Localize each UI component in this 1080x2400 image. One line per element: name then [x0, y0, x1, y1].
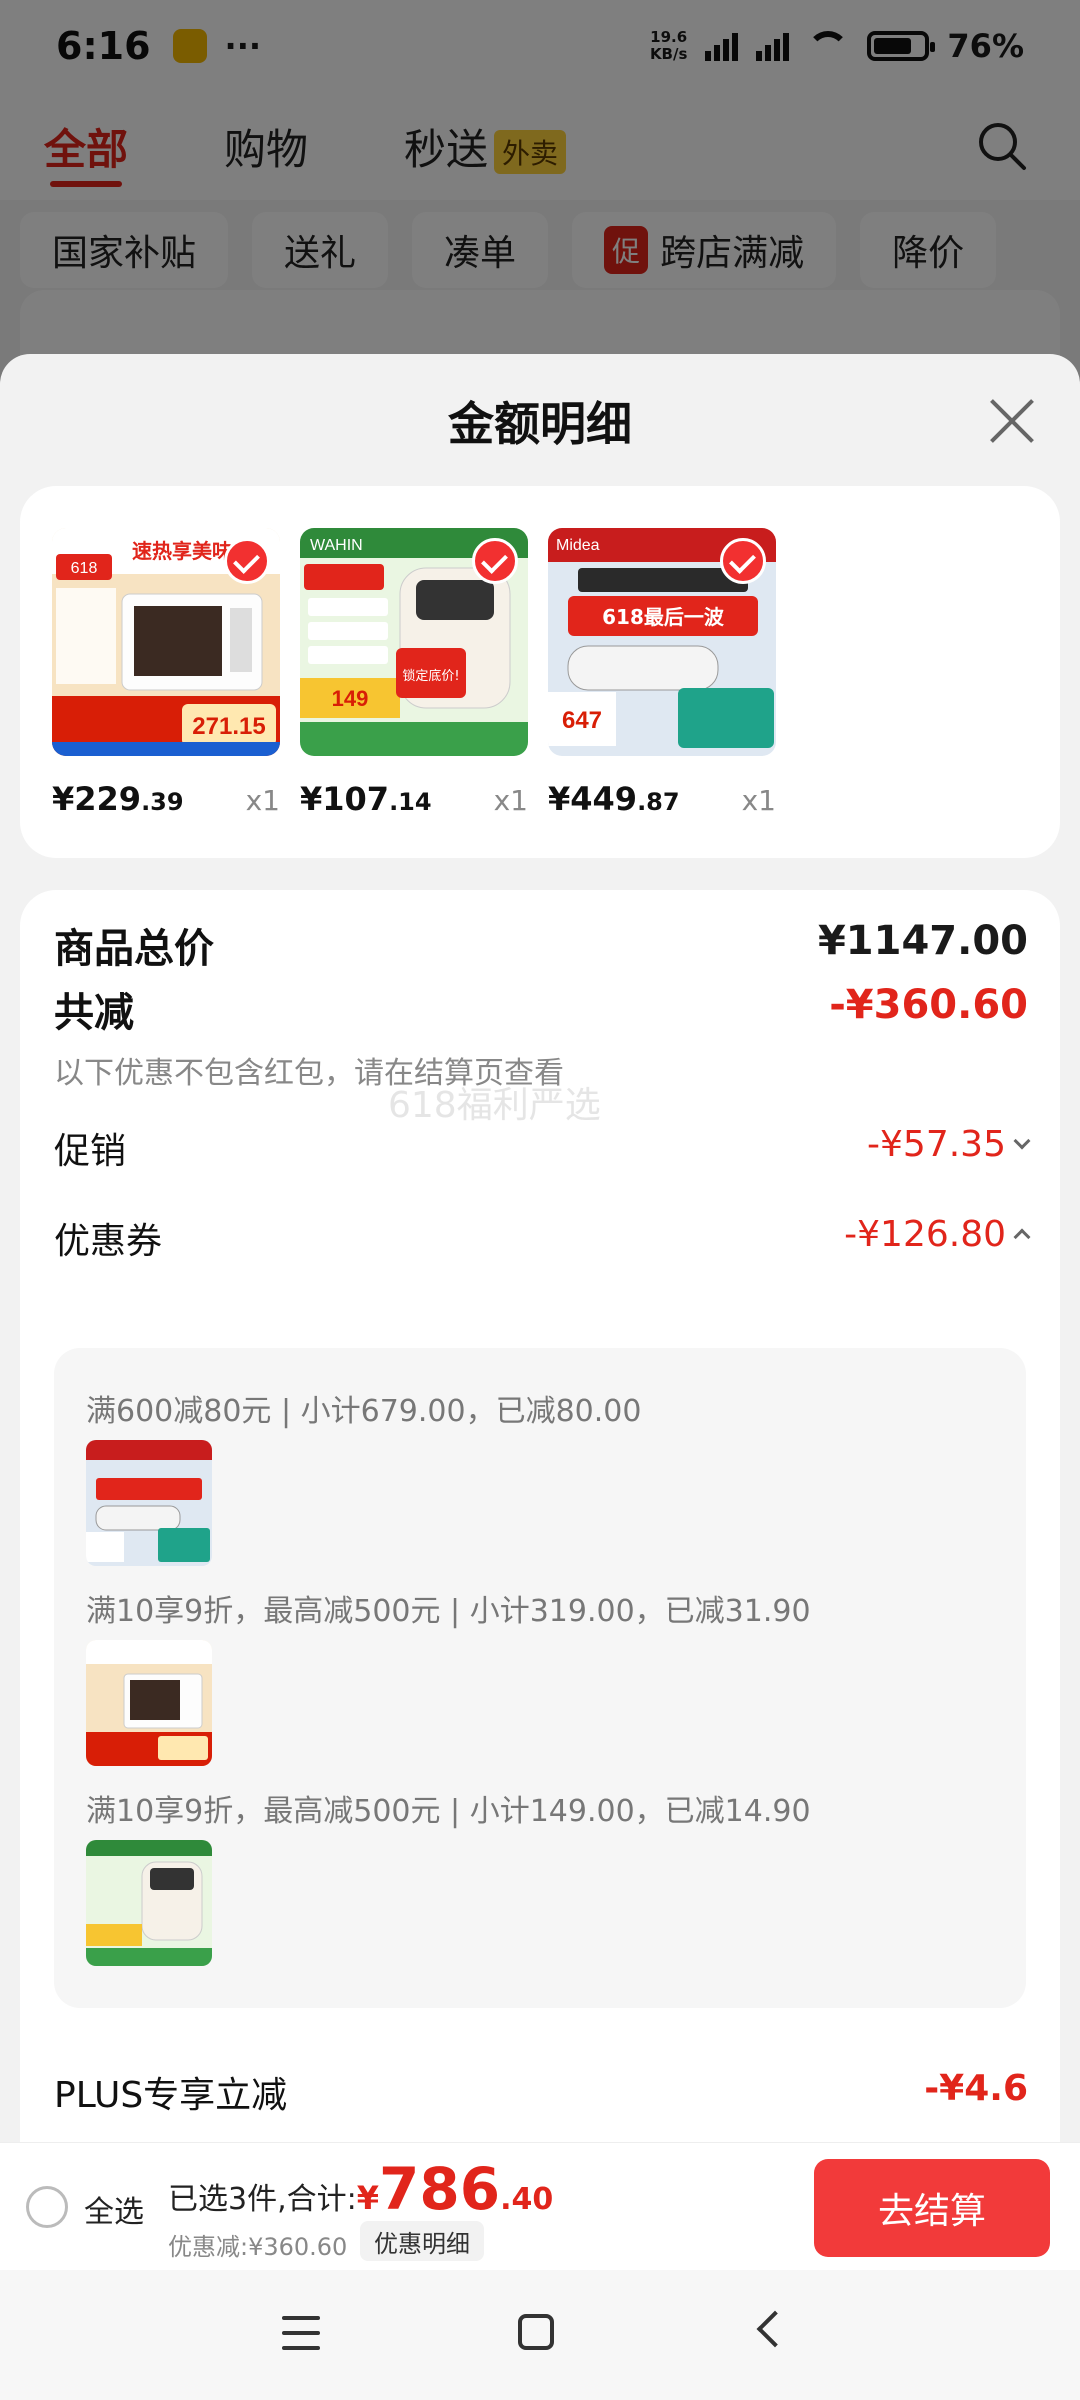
thumb-tag: Midea [556, 537, 600, 554]
total-price-value: ¥1147.00 [817, 918, 1028, 964]
product-quantity: x1 [493, 784, 528, 817]
thumb-headline: 618最后一波 [602, 605, 725, 629]
product-thumbnail-air-fryer: WAHIN 149 锁定底价! [300, 528, 528, 756]
product-price: ¥107.14 [300, 780, 432, 818]
product-quantity: x1 [245, 784, 280, 817]
home-icon[interactable] [518, 2314, 554, 2350]
price-integer: ¥107 [300, 780, 390, 818]
thumb-price: 149 [332, 686, 369, 711]
close-icon[interactable] [988, 396, 1036, 444]
coupon-value: -¥126.80 [844, 1214, 1006, 1255]
plus-discount-label: PLUS专享立减 [54, 2075, 288, 2116]
product-thumbnail-microwave: 618 速热享美味 271.15 [52, 528, 280, 756]
coupon-detail-box: 满600减80元 | 小计679.00，已减80.00 满10享9折，最高减50… [54, 1348, 1026, 2008]
thumb-price: 647 [562, 707, 602, 734]
checkout-bar: 全选 已选3件,合计:¥786.40 优惠减:¥360.60 优惠明细 去结算 [0, 2142, 1080, 2270]
product-price: ¥449.87 [548, 780, 680, 818]
chevron-up-icon [1013, 1228, 1031, 1246]
price-integer: ¥229 [52, 780, 142, 818]
product-item[interactable]: WAHIN 149 锁定底价! ¥107.14 x1 [300, 528, 528, 818]
coupon-row-toggle[interactable]: -¥126.80 [844, 1214, 1031, 1255]
checked-icon [720, 538, 766, 584]
checked-icon [224, 538, 270, 584]
thumb-price: 271.15 [192, 713, 265, 740]
total-discount-value: -¥360.60 [829, 982, 1028, 1028]
discount-summary: 优惠减:¥360.60 [168, 2233, 348, 2261]
price-decimal: .14 [389, 788, 432, 816]
promotion-row-toggle[interactable]: -¥57.35 [867, 1124, 1031, 1165]
select-all-checkbox[interactable] [26, 2186, 68, 2228]
thumb-tag: WAHIN [310, 537, 363, 554]
select-all-label[interactable]: 全选 [84, 2187, 144, 2231]
chevron-down-icon [1013, 1132, 1031, 1150]
selected-products-card: 618 速热享美味 271.15 ¥229.39 x1 WAHIN 149 锁定… [20, 486, 1060, 858]
thumb-tag: 618 [71, 560, 98, 577]
order-summary: 已选3件,合计:¥786.40 [168, 2155, 553, 2223]
sheet-title: 金额明细 [448, 397, 632, 451]
total-decimal: .40 [500, 2182, 554, 2217]
discount-detail-button[interactable]: 优惠明细 [360, 2221, 484, 2261]
product-thumbnail-water-heater: Midea 618最后一波 647 [548, 528, 776, 756]
system-nav-bar [0, 2270, 1080, 2400]
watermark: 618福利严选 [388, 1085, 601, 1126]
coupon-rule: 满10享9折，最高减500元 | 小计149.00，已减14.90 [86, 1794, 811, 1829]
recent-apps-icon[interactable] [282, 2316, 320, 2350]
total-currency: ¥ [356, 2179, 379, 2217]
total-discount-label: 共减 [54, 990, 134, 1036]
checked-icon [472, 538, 518, 584]
product-item[interactable]: Midea 618最后一波 647 ¥449.87 x1 [548, 528, 776, 818]
promotion-label: 促销 [54, 1131, 127, 1172]
summary-prefix: 已选3件,合计: [168, 2182, 357, 2217]
price-integer: ¥449 [548, 780, 638, 818]
coupon-label: 优惠券 [54, 1221, 163, 1262]
total-integer: 786 [379, 2155, 501, 2223]
product-quantity: x1 [741, 784, 776, 817]
thumb-headline: 速热享美味 [132, 539, 232, 563]
plus-discount-value: -¥4.6 [924, 2068, 1028, 2109]
checkout-button[interactable]: 去结算 [814, 2159, 1050, 2257]
product-price: ¥229.39 [52, 780, 184, 818]
coupon-rule: 满10享9折，最高减500元 | 小计319.00，已减31.90 [86, 1594, 811, 1629]
total-price-label: 商品总价 [54, 926, 214, 972]
price-decimal: .39 [141, 788, 184, 816]
amount-detail-sheet: 金额明细 618 速热享美味 271.15 ¥229.39 x1 WAHIN 1… [0, 354, 1080, 2270]
thumb-headline: 锁定底价! [402, 668, 459, 684]
coupon-rule: 满600减80元 | 小计679.00，已减80.00 [86, 1394, 642, 1429]
product-item[interactable]: 618 速热享美味 271.15 ¥229.39 x1 [52, 528, 280, 818]
promotion-value: -¥57.35 [867, 1124, 1006, 1165]
price-breakdown-card: 商品总价 ¥1147.00 共减 -¥360.60 以下优惠不包含红包，请在结算… [20, 890, 1060, 2270]
back-icon[interactable] [756, 2310, 794, 2348]
coupon-product-thumbnail [86, 1440, 212, 1566]
coupon-product-thumbnail [86, 1640, 212, 1766]
coupon-product-thumbnail [86, 1840, 212, 1966]
price-decimal: .87 [637, 788, 680, 816]
